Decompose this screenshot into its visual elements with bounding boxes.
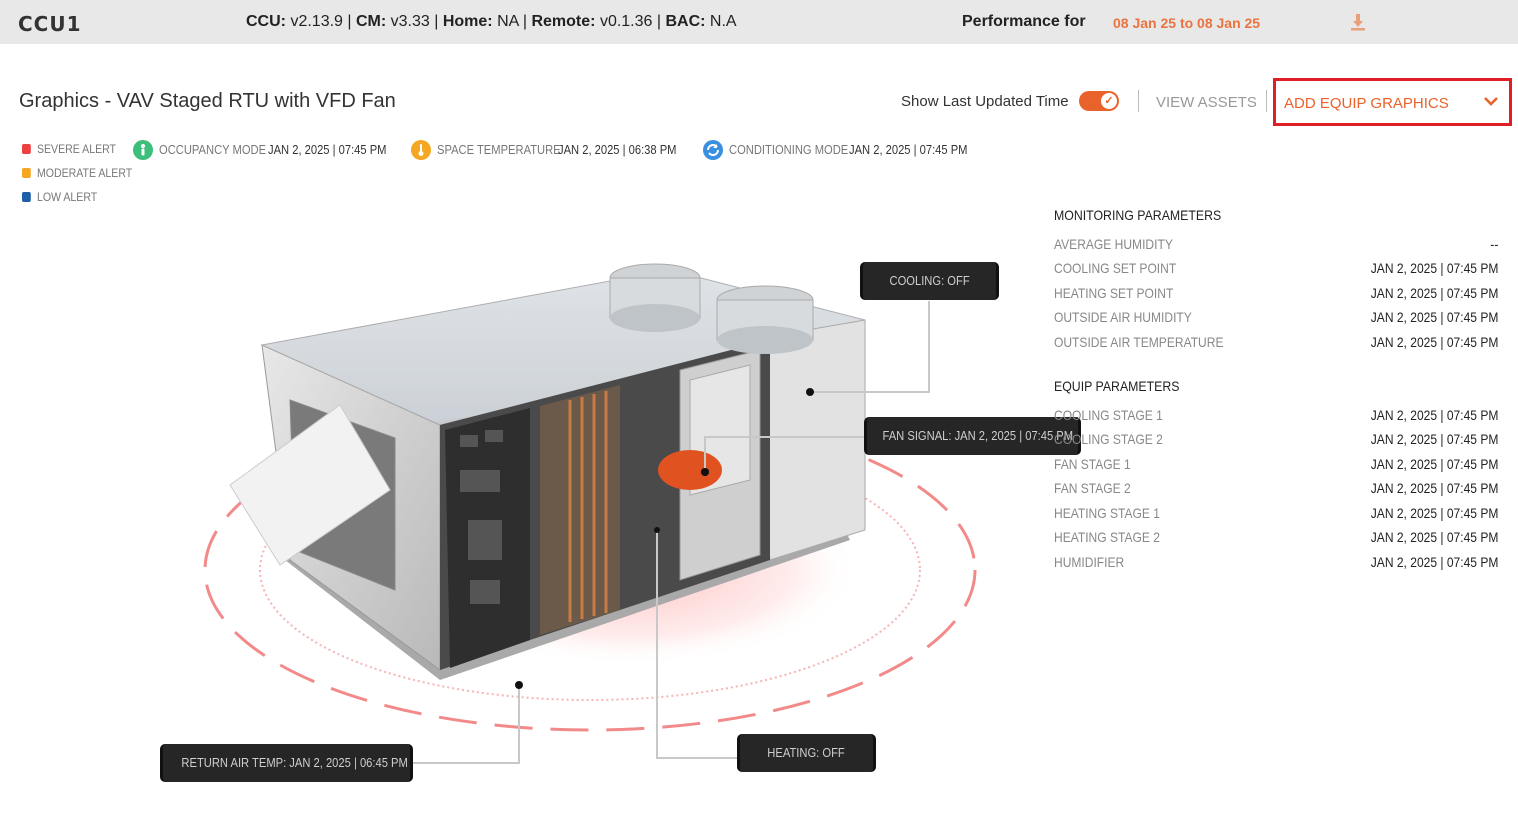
legend-moderate-alert: MODERATE ALERT — [22, 166, 132, 180]
return-air-temp-callout[interactable]: RETURN AIR TEMP: JAN 2, 2025 | 06:45 PM — [160, 744, 413, 782]
heating-callout[interactable]: HEATING: OFF — [737, 734, 876, 772]
person-icon — [133, 140, 153, 160]
thermometer-icon — [411, 140, 431, 160]
rtu-unit-illustration — [203, 263, 977, 764]
bac-version-label: BAC: — [665, 13, 706, 30]
equip-parameters-title: EQUIP PARAMETERS — [1054, 378, 1180, 394]
cm-version-label: CM: — [355, 13, 387, 30]
param-humidifier: HUMIDIFIER JAN 2, 2025 | 07:45 PM — [1054, 554, 1498, 570]
home-version-value: NA — [497, 13, 519, 30]
param-heating-stage-2: HEATING STAGE 2 JAN 2, 2025 | 07:45 PM — [1054, 529, 1498, 545]
divider — [1138, 90, 1139, 112]
param-cooling-stage-1: COOLING STAGE 1 JAN 2, 2025 | 07:45 PM — [1054, 407, 1498, 423]
download-icon[interactable] — [1348, 12, 1368, 32]
add-equip-graphics-label: ADD EQUIP GRAPHICS — [1284, 95, 1449, 112]
rtu-equipment-graphic: COOLING: OFF FAN SIGNAL: JAN 2, 2025 | 0… — [150, 230, 1081, 790]
bac-version-value: N.A — [709, 13, 737, 30]
show-last-updated-toggle[interactable]: ✓ — [1079, 91, 1119, 111]
version-info: CCU: v2.13.9 | CM: v3.33 | Home: NA | Re… — [246, 13, 737, 30]
view-assets-link[interactable]: VIEW ASSETS — [1156, 94, 1257, 111]
param-fan-stage-2: FAN STAGE 2 JAN 2, 2025 | 07:45 PM — [1054, 480, 1498, 496]
monitoring-parameters-title: MONITORING PARAMETERS — [1054, 207, 1222, 223]
remote-version-label: Remote: — [531, 13, 596, 30]
low-alert-swatch — [22, 192, 31, 202]
home-version-label: Home: — [442, 13, 493, 30]
ccu-version-value: v2.13.9 — [290, 13, 343, 30]
severe-alert-swatch — [22, 144, 31, 154]
performance-label: Performance for — [962, 13, 1086, 30]
ccu-name: CCU1 — [18, 12, 82, 36]
remote-version-value: v0.1.36 — [599, 13, 653, 30]
show-last-updated-label: Show Last Updated Time — [901, 93, 1069, 110]
performance-date-range[interactable]: 08 Jan 25 to 08 Jan 25 — [1113, 15, 1260, 31]
add-equip-graphics-dropdown[interactable]: ADD EQUIP GRAPHICS — [1273, 78, 1512, 126]
chevron-down-icon — [1484, 97, 1498, 106]
param-heating-stage-1: HEATING STAGE 1 JAN 2, 2025 | 07:45 PM — [1054, 505, 1498, 521]
check-icon: ✓ — [1101, 93, 1117, 109]
param-outside-air-temperature: OUTSIDE AIR TEMPERATURE JAN 2, 2025 | 07… — [1054, 334, 1498, 350]
cycle-icon — [703, 140, 723, 160]
legend-severe-alert: SEVERE ALERT — [22, 142, 116, 156]
param-heating-set-point: HEATING SET POINT JAN 2, 2025 | 07:45 PM — [1054, 285, 1498, 301]
page-title: Graphics - VAV Staged RTU with VFD Fan — [19, 90, 396, 112]
legend-low-alert: LOW ALERT — [22, 190, 97, 204]
param-cooling-stage-2: COOLING STAGE 2 JAN 2, 2025 | 07:45 PM — [1054, 431, 1498, 447]
param-outside-air-humidity: OUTSIDE AIR HUMIDITY JAN 2, 2025 | 07:45… — [1054, 309, 1498, 325]
divider — [1266, 90, 1267, 112]
fan-signal-callout[interactable]: FAN SIGNAL: JAN 2, 2025 | 07:45 PM — [864, 417, 1081, 455]
cm-version-value: v3.33 — [390, 13, 430, 30]
ccu-version-label: CCU: — [246, 13, 286, 30]
param-fan-stage-1: FAN STAGE 1 JAN 2, 2025 | 07:45 PM — [1054, 456, 1498, 472]
top-bar: CCU1 CCU: v2.13.9 | CM: v3.33 | Home: NA… — [0, 0, 1518, 44]
param-cooling-set-point: COOLING SET POINT JAN 2, 2025 | 07:45 PM — [1054, 260, 1498, 276]
moderate-alert-swatch — [22, 168, 31, 178]
param-average-humidity: AVERAGE HUMIDITY -- — [1054, 236, 1498, 252]
cooling-callout[interactable]: COOLING: OFF — [860, 262, 999, 300]
